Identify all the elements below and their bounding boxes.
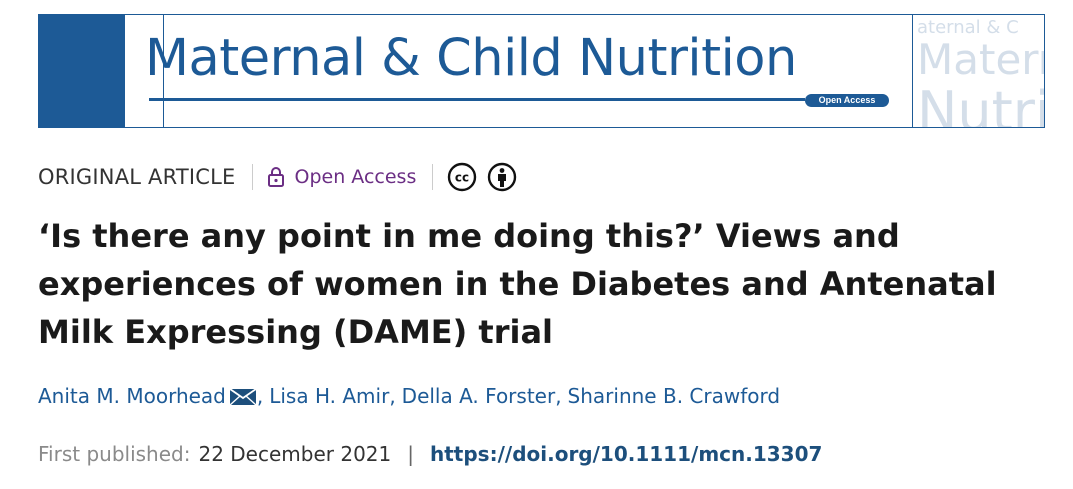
author-separator: , bbox=[256, 384, 264, 408]
article-title-line: Milk Expressing (DAME) trial bbox=[38, 313, 554, 351]
author-separator: , bbox=[389, 384, 396, 408]
article-meta-row: ORIGINAL ARTICLE Open Access cc bbox=[38, 160, 517, 194]
journal-title-underline bbox=[149, 98, 805, 101]
journal-title: Maternal & Child Nutrition bbox=[145, 29, 797, 88]
article-title: ‘Is there any point in me doing this?’ V… bbox=[38, 212, 1038, 356]
banner-cover-fragment: Nutri bbox=[917, 80, 1045, 128]
svg-text:cc: cc bbox=[455, 171, 469, 185]
creative-commons-icon[interactable]: cc bbox=[447, 162, 477, 192]
article-title-line: experiences of women in the Diabetes and… bbox=[38, 265, 997, 303]
open-access-link[interactable]: Open Access bbox=[295, 166, 417, 188]
article-header-page: Maternal & Child Nutrition Open Access a… bbox=[0, 0, 1073, 489]
publication-separator: | bbox=[407, 442, 414, 466]
banner-divider bbox=[912, 15, 913, 127]
meta-divider bbox=[251, 164, 253, 190]
author-link[interactable]: Anita M. Moorhead bbox=[38, 384, 226, 408]
author-link[interactable]: Sharinne B. Crawford bbox=[568, 384, 781, 408]
open-access-badge: Open Access bbox=[805, 94, 889, 107]
first-published-label: First published: bbox=[38, 442, 191, 466]
banner-stripe bbox=[39, 15, 125, 127]
doi-link[interactable]: https://doi.org/10.1111/mcn.13307 bbox=[430, 442, 822, 466]
banner-cover-fragment: Matern bbox=[917, 35, 1044, 84]
article-type-label: ORIGINAL ARTICLE bbox=[38, 165, 236, 189]
publication-info: First published: 22 December 2021 | http… bbox=[38, 442, 822, 466]
meta-divider bbox=[432, 164, 434, 190]
envelope-icon[interactable] bbox=[229, 387, 257, 406]
publication-date: 22 December 2021 bbox=[198, 442, 392, 466]
article-title-line: ‘Is there any point in me doing this?’ V… bbox=[38, 217, 900, 255]
author-separator: , bbox=[555, 384, 562, 408]
author-link[interactable]: Lisa H. Amir bbox=[269, 384, 389, 408]
author-list: Anita M. Moorhead , Lisa H. Amir , Della… bbox=[38, 384, 780, 408]
author-link[interactable]: Della A. Forster bbox=[402, 384, 556, 408]
journal-banner[interactable]: Maternal & Child Nutrition Open Access a… bbox=[38, 14, 1045, 128]
lock-icon bbox=[267, 166, 285, 188]
attribution-icon[interactable] bbox=[487, 162, 517, 192]
